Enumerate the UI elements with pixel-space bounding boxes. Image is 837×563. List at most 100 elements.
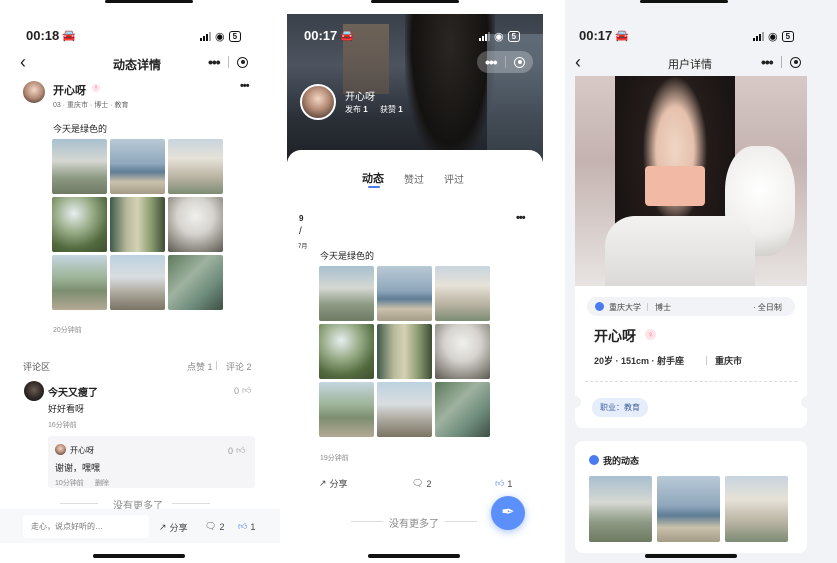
comment-button[interactable]: 🗨︎ 2 bbox=[412, 478, 431, 489]
nav-title: 用户详情 bbox=[668, 59, 712, 71]
post-image[interactable] bbox=[52, 139, 107, 194]
reply-avatar[interactable] bbox=[55, 444, 66, 455]
wifi-icon: ◉ bbox=[768, 31, 778, 43]
thumb-up-icon: 👍︎ bbox=[236, 445, 246, 455]
close-target-icon[interactable] bbox=[514, 56, 525, 68]
comment-count: 2 bbox=[426, 478, 432, 489]
more-dots-icon[interactable]: ••• bbox=[208, 54, 221, 70]
post-image[interactable] bbox=[377, 266, 432, 321]
female-badge-icon: ♀ bbox=[92, 84, 100, 92]
post-image[interactable] bbox=[435, 324, 490, 379]
reply-author[interactable]: 开心呀 bbox=[70, 445, 94, 456]
comment-input[interactable] bbox=[23, 515, 149, 538]
post-image[interactable] bbox=[377, 324, 432, 379]
signal-icon bbox=[753, 32, 764, 41]
post-image-grid bbox=[52, 139, 223, 310]
post-image[interactable] bbox=[435, 382, 490, 437]
post-time: 19分钟前 bbox=[320, 455, 349, 462]
my-posts-preview bbox=[589, 476, 788, 542]
my-posts-title: 我的动态 bbox=[603, 456, 640, 466]
back-icon[interactable]: ‹ bbox=[575, 52, 581, 73]
close-target-icon[interactable] bbox=[237, 56, 248, 68]
job-tag: 职业：教育 bbox=[592, 398, 648, 417]
school-name: 重庆大学 bbox=[609, 303, 641, 312]
comment-like[interactable]: 0 👍︎ bbox=[234, 385, 251, 396]
like-button[interactable]: 👍︎ 1 bbox=[495, 478, 512, 489]
card-notch bbox=[569, 396, 581, 408]
publish-fab-button[interactable]: ✒︎ bbox=[491, 496, 525, 530]
reply-like[interactable]: 0 👍︎ bbox=[228, 445, 245, 456]
reply-delete-button[interactable]: 删除 bbox=[95, 478, 109, 488]
post-time: 20分钟前 bbox=[53, 327, 82, 334]
post-image[interactable] bbox=[725, 476, 788, 542]
capsule-divider bbox=[504, 56, 506, 68]
tab-posts[interactable]: 动态 bbox=[362, 170, 384, 186]
post-image[interactable] bbox=[110, 255, 165, 310]
status-icons: ◉ 5 bbox=[479, 30, 521, 43]
post-image[interactable] bbox=[589, 476, 652, 542]
profile-name: 开心呀 bbox=[345, 92, 375, 103]
post-image[interactable] bbox=[319, 266, 374, 321]
post-image[interactable] bbox=[319, 382, 374, 437]
female-badge-icon: ♀ bbox=[645, 329, 656, 340]
tab-commented[interactable]: 评过 bbox=[444, 171, 464, 186]
user-photo[interactable] bbox=[575, 76, 807, 286]
likes-count-label[interactable]: 点赞 1 bbox=[187, 360, 213, 373]
tab-liked[interactable]: 赞过 bbox=[404, 171, 424, 186]
thumb-up-icon: 👍︎ bbox=[238, 521, 248, 531]
likes-stat: 获赞 1 bbox=[380, 104, 403, 115]
post-image[interactable] bbox=[168, 197, 223, 252]
more-dots-icon[interactable]: ••• bbox=[761, 54, 774, 70]
reply-text: 谢谢，嘿嘿 bbox=[55, 463, 101, 473]
capsule-menu[interactable]: ••• bbox=[477, 51, 533, 73]
post-more-icon[interactable]: ••• bbox=[516, 212, 526, 224]
post-image[interactable] bbox=[319, 324, 374, 379]
capsule-menu[interactable]: ••• bbox=[200, 51, 256, 73]
status-time: 00:17 bbox=[304, 28, 338, 43]
profile-avatar[interactable] bbox=[300, 84, 336, 120]
divider bbox=[445, 521, 477, 522]
comment-text: 好好看呀 bbox=[48, 404, 85, 414]
post-content: 今天是绿色的 bbox=[53, 124, 108, 134]
author-name[interactable]: 开心呀 bbox=[53, 82, 86, 98]
capsule-menu[interactable]: ••• bbox=[753, 51, 809, 73]
signal-icon bbox=[200, 32, 211, 41]
post-date-day: 9 bbox=[299, 214, 304, 223]
car-icon: 🚘 bbox=[62, 30, 76, 42]
status-time: 00:17 bbox=[579, 28, 613, 43]
share-label: 分享 bbox=[169, 523, 188, 533]
user-feed-screen: 00:17 🚘 ◉ 5 ••• 开心呀 发布 1 获赞 1 动态 赞过 评过 9… bbox=[287, 0, 543, 563]
nav-title: 动态详情 bbox=[113, 58, 162, 72]
post-image[interactable] bbox=[110, 139, 165, 194]
like-count: 1 bbox=[507, 478, 513, 489]
post-image[interactable] bbox=[52, 197, 107, 252]
share-button[interactable]: ↗︎ 分享 bbox=[319, 477, 348, 490]
more-dots-icon[interactable]: ••• bbox=[485, 54, 498, 70]
user-detail-screen: 00:17 🚘 ◉ 5 ‹ 用户详情 ••• 重庆大学 博士 · 全日制 开心呀… bbox=[565, 0, 837, 563]
signal-icon bbox=[479, 32, 490, 41]
dashed-divider bbox=[585, 381, 797, 382]
back-icon[interactable]: ‹ bbox=[20, 52, 26, 73]
school-check-icon bbox=[595, 302, 604, 311]
author-avatar[interactable] bbox=[23, 81, 45, 103]
post-image[interactable] bbox=[168, 139, 223, 194]
close-target-icon[interactable] bbox=[790, 56, 801, 68]
post-image[interactable] bbox=[110, 197, 165, 252]
post-more-icon[interactable]: ••• bbox=[240, 80, 250, 92]
post-image[interactable] bbox=[168, 255, 223, 310]
tab-active-indicator bbox=[368, 186, 380, 188]
comments-count-label[interactable]: 评论 2 bbox=[226, 360, 252, 373]
share-button[interactable]: ↗︎ 分享 bbox=[159, 521, 188, 534]
post-image[interactable] bbox=[52, 255, 107, 310]
commenter-avatar[interactable] bbox=[24, 381, 44, 401]
post-image[interactable] bbox=[435, 266, 490, 321]
post-image[interactable] bbox=[657, 476, 720, 542]
photo-card-shape bbox=[645, 166, 705, 206]
like-button[interactable]: 👍︎ 1 bbox=[238, 521, 255, 532]
comment-author[interactable]: 今天又瘦了 bbox=[48, 384, 98, 399]
photo-shirt-shape bbox=[605, 216, 755, 286]
post-image[interactable] bbox=[377, 382, 432, 437]
wifi-icon: ◉ bbox=[215, 31, 225, 43]
card-notch bbox=[801, 396, 813, 408]
comment-button[interactable]: 🗨︎ 2 bbox=[205, 521, 224, 532]
